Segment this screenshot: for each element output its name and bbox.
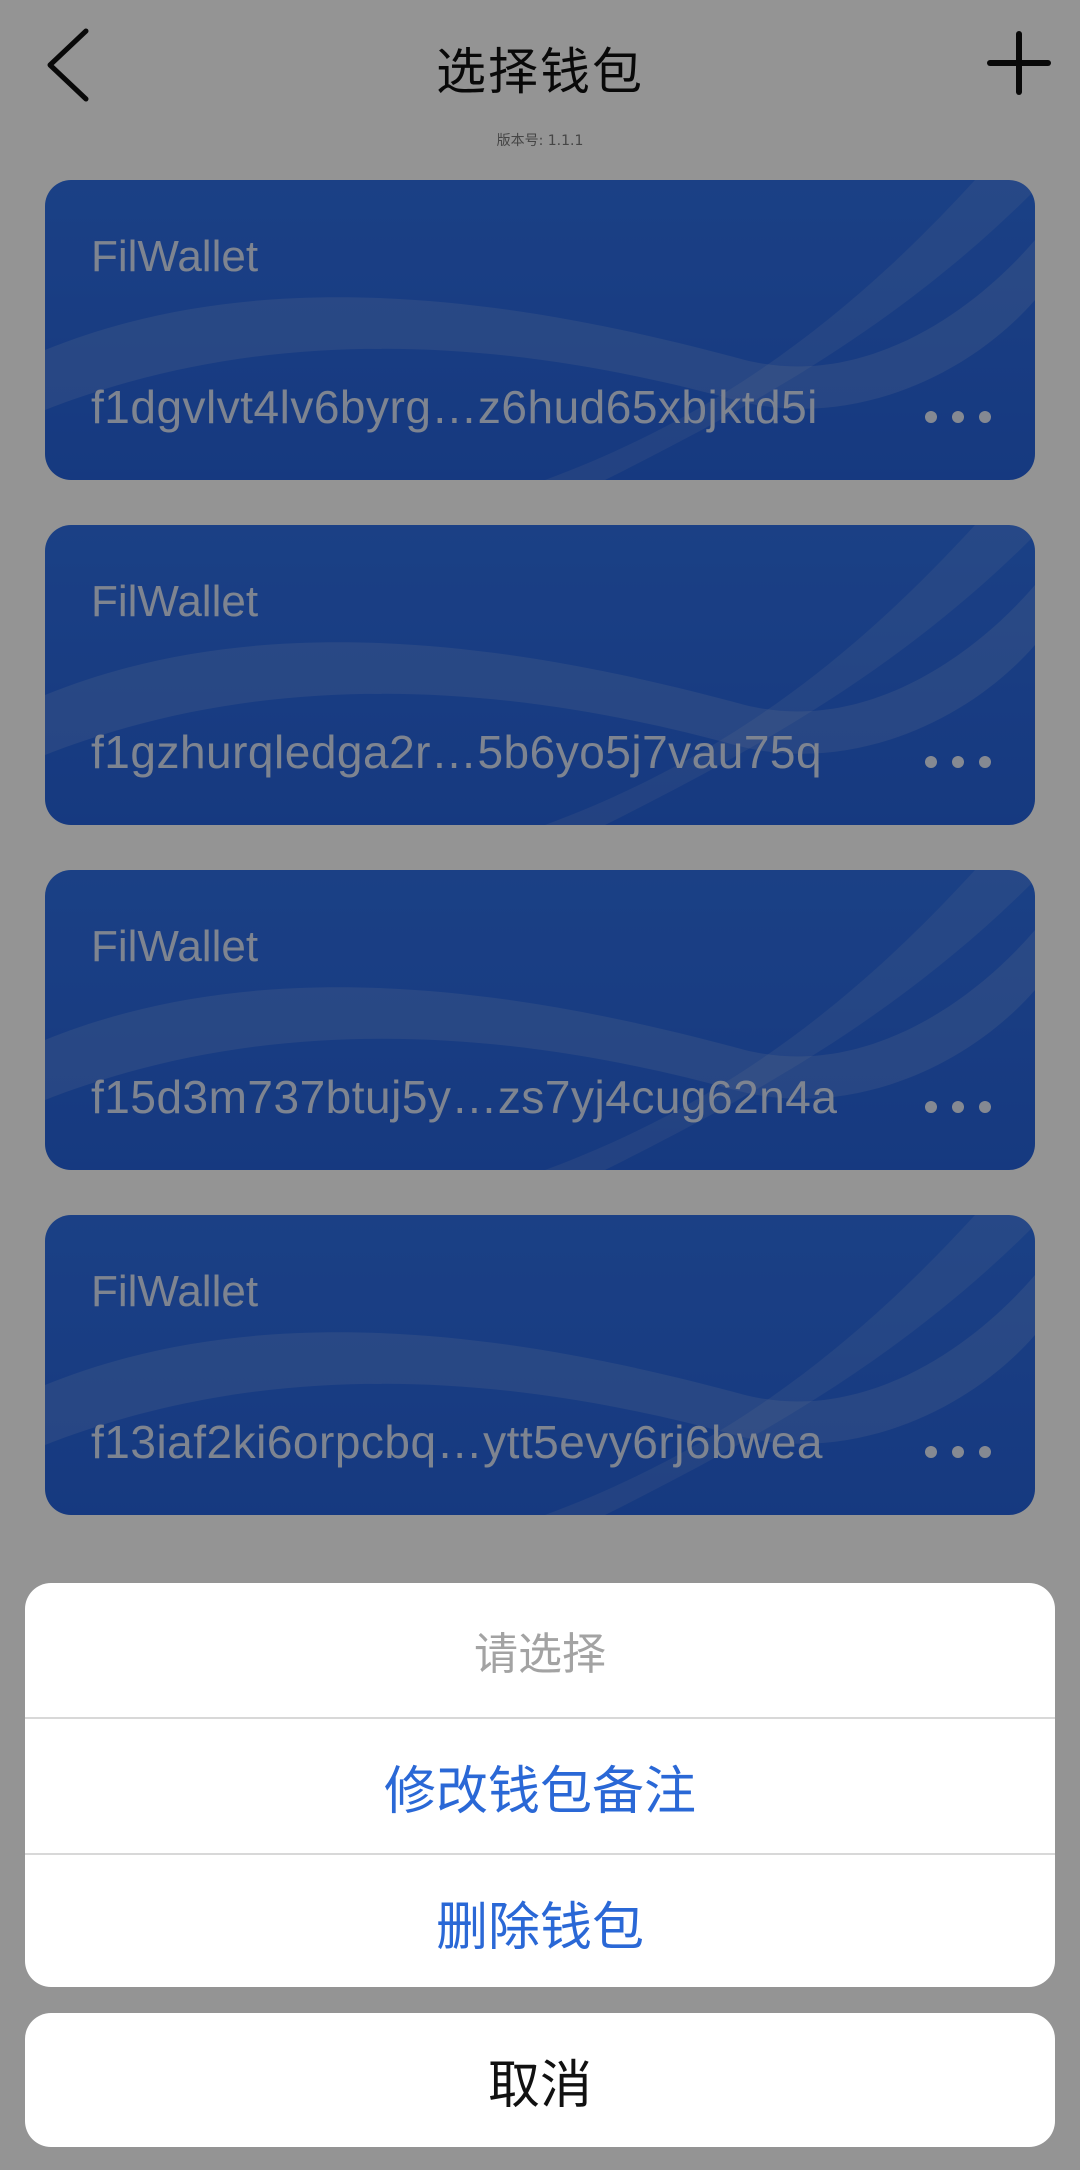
edit-wallet-note-button[interactable]: 修改钱包备注 [25,1719,1055,1855]
cancel-label: 取消 [487,2055,592,2116]
action-sheet-header: 请选择 [25,1583,1055,1719]
cancel-button[interactable]: 取消 [25,2013,1055,2147]
edit-wallet-note-label: 修改钱包备注 [383,1761,696,1822]
action-sheet: 请选择 修改钱包备注 删除钱包 [25,1583,1055,1987]
action-sheet-title: 请选择 [474,1629,606,1680]
delete-wallet-label: 删除钱包 [435,1897,644,1958]
delete-wallet-button[interactable]: 删除钱包 [25,1855,1055,1987]
